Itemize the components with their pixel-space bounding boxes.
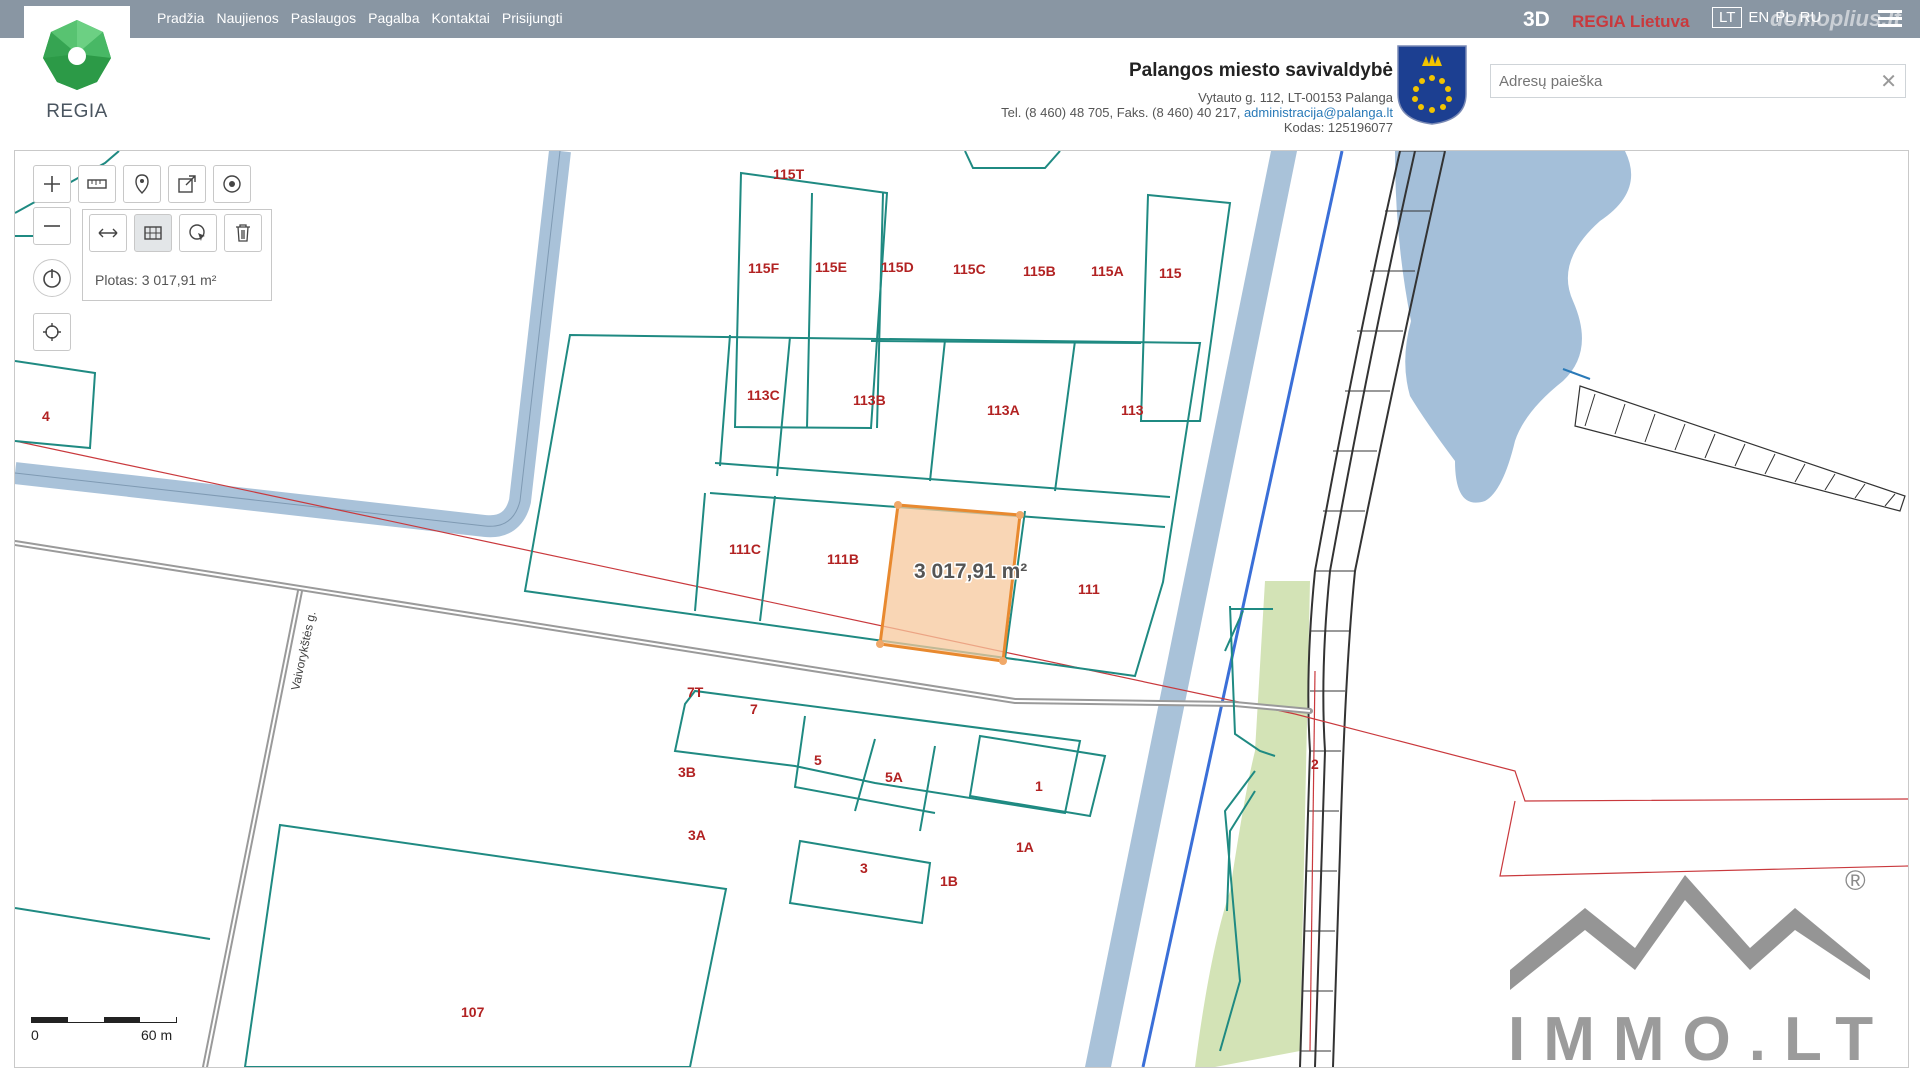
municipality-code: Kodas: 125196077 [1283,120,1393,135]
parcel-label: 107 [461,1004,485,1020]
municipality-phone: Tel. (8 460) 48 705, Faks. (8 460) 40 21… [1001,105,1241,120]
nav-item-help[interactable]: Pagalba [368,10,419,26]
parcel-label: 1A [1016,839,1034,855]
share-button[interactable] [168,165,206,203]
scale-start-label: 0 [31,1027,39,1043]
parcel-label: 115C [953,261,986,277]
close-icon[interactable]: ✕ [1880,69,1897,94]
plus-icon [44,176,60,192]
parcel-label: 115D [881,259,914,275]
share-icon [178,175,196,193]
parcel-label: 113B [853,392,886,408]
zoom-out-button[interactable] [33,207,71,245]
area-readout: Plotas: 3 017,91 m² [95,272,217,288]
parcel-label: 7T [687,684,704,700]
nav-item-news[interactable]: Naujienos [216,10,278,26]
parcel-label: 115B [1023,263,1056,279]
parcel-label: 115F [748,260,780,276]
nav-item-services[interactable]: Paslaugos [291,10,356,26]
locate-me-button[interactable] [33,313,71,351]
parcel-label: 111C [729,541,761,557]
measure-distance-button[interactable] [89,214,127,252]
zoom-in-button[interactable] [33,165,71,203]
nav-item-home[interactable]: Pradžia [157,10,204,26]
parcel-label: 111B [827,551,859,567]
parcel-label: 4 [42,408,50,424]
3d-toggle-button[interactable]: 3D [1523,8,1550,32]
layers-button[interactable] [213,165,251,203]
parcel-label: 1 [1035,778,1043,794]
parcel-label: 3B [678,764,696,780]
clear-measure-button[interactable] [224,214,262,252]
marker-tool-button[interactable] [123,165,161,203]
regia-lietuva-link[interactable]: REGIA Lietuva [1572,12,1689,32]
main-nav: Pradžia Naujienos Paslaugos Pagalba Kont… [157,10,563,26]
parcel-label: 115 [1159,265,1182,281]
selected-area-label: 3 017,91 m² [914,560,1027,583]
municipality-info: Palangos miesto savivaldybė Vytauto g. 1… [1001,60,1393,135]
parcel-label: 113A [987,402,1020,418]
municipality-email-link[interactable]: administracija@palanga.lt [1244,105,1393,120]
nav-item-login[interactable]: Prisijungti [502,10,563,26]
parcel-label: 113 [1121,402,1144,418]
parcel-label: 5A [885,769,903,785]
lake [1395,151,1632,503]
parcel-label: 115E [815,259,847,275]
coat-of-arms-icon [1397,45,1467,125]
area-icon [144,226,162,240]
crosshair-icon [43,323,61,341]
measure-area-button[interactable] [134,214,172,252]
municipality-address: Vytauto g. 112, LT-00153 Palanga [1198,90,1393,105]
ruler-icon [87,179,107,189]
top-bar: Pradžia Naujienos Paslaugos Pagalba Kont… [0,0,1920,38]
parcel-label: 2 [1311,756,1319,772]
measure-pointer-button[interactable] [179,214,217,252]
registered-mark: ® [1845,865,1866,896]
logo-wordmark: REGIA [46,101,108,122]
parcel-label: 111 [1078,581,1100,597]
measure-panel: Plotas: 3 017,91 m² [82,209,272,301]
trash-icon [236,224,250,242]
regia-logo-icon [43,20,111,90]
distance-icon [98,228,118,238]
parcel-label: 113C [747,387,780,403]
measure-tool-button[interactable] [78,165,116,203]
address-search-input[interactable] [1491,65,1877,97]
lang-lt-button[interactable]: LT [1712,7,1743,28]
parcel-label: 5 [814,752,822,768]
regia-logo[interactable]: REGIA [24,6,130,124]
parcel-label: 7 [750,701,758,717]
power-icon [43,269,61,288]
reset-rotation-button[interactable] [33,259,71,297]
minus-icon [44,225,60,227]
map-pin-icon [135,174,149,194]
lang-en-button[interactable]: EN [1748,9,1769,26]
nav-item-contacts[interactable]: Kontaktai [432,10,490,26]
parcel-label: 115A [1091,263,1124,279]
parcel-label: 3A [688,827,706,843]
municipality-title: Palangos miesto savivaldybė [1128,60,1393,81]
target-icon [223,175,241,193]
hamburger-menu-icon[interactable] [1878,10,1902,28]
scale-bar: 0 60 m [31,1007,181,1047]
immo-wordmark: IMMO.LT [1508,1005,1890,1070]
parcel-label: 115T [773,166,805,182]
parcel-label: 1B [940,873,958,889]
immo-watermark: ® IMMO.LT [1508,865,1890,1070]
scale-end-label: 60 m [141,1027,173,1043]
cursor-icon [189,224,205,241]
address-search: ✕ [1490,64,1906,98]
parcel-label: 3 [860,860,868,876]
selected-parcel [878,503,1022,663]
